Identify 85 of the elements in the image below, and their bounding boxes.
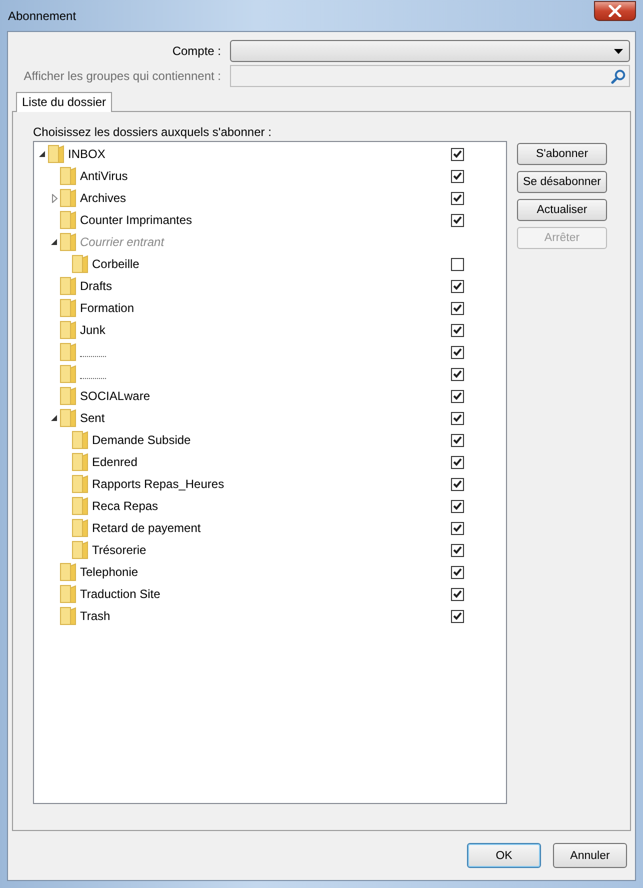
folder-name[interactable]: Courrier entrant	[80, 235, 164, 249]
folder-name[interactable]: Retard de payement	[92, 521, 201, 535]
checkbox[interactable]	[451, 368, 464, 380]
folder-icon	[60, 607, 76, 625]
action-button[interactable]: Se désabonner	[517, 171, 607, 193]
action-button[interactable]: S'abonner	[517, 143, 607, 165]
folder-name[interactable]: Edenred	[92, 455, 138, 469]
account-label: Compte :	[171, 44, 222, 58]
checkbox[interactable]	[451, 280, 464, 292]
folder-icon	[60, 299, 76, 317]
checkbox[interactable]	[451, 588, 464, 600]
checkbox[interactable]	[451, 390, 464, 402]
folder-icon	[60, 277, 76, 295]
folder-icon	[72, 453, 88, 471]
folder-name[interactable]: Sent	[80, 411, 105, 425]
search-field[interactable]	[230, 65, 630, 87]
folder-icon	[60, 211, 76, 229]
folder-name[interactable]: Junk	[80, 323, 106, 337]
folder-name[interactable]: Reca Repas	[92, 499, 158, 513]
folder-name[interactable]: Telephonie	[80, 565, 138, 579]
folder-icon	[72, 431, 88, 449]
checkbox[interactable]	[451, 302, 464, 314]
folder-icon	[60, 167, 76, 185]
checkbox[interactable]	[451, 412, 464, 424]
account-dropdown[interactable]	[230, 40, 630, 62]
expanded-arrow-icon[interactable]	[51, 414, 58, 422]
checkbox[interactable]	[451, 500, 464, 512]
checkbox[interactable]	[451, 522, 464, 534]
checkbox[interactable]	[451, 324, 464, 336]
checkbox[interactable]	[451, 192, 464, 204]
obscured-text	[80, 356, 106, 358]
caret-icon	[614, 48, 623, 54]
checkbox[interactable]	[451, 544, 464, 556]
close-button[interactable]	[594, 0, 636, 20]
tree-heading: Choisissez les dossiers auxquels s'abonner :	[33, 125, 272, 139]
filter-label: Afficher les groupes qui contiennent :	[22, 69, 222, 83]
checkbox[interactable]	[451, 258, 464, 270]
folder-name[interactable]: Trésorerie	[92, 543, 146, 557]
folder-icon	[60, 189, 76, 207]
checkbox[interactable]	[451, 170, 464, 182]
folder-name[interactable]: Drafts	[80, 279, 112, 293]
folder-name[interactable]: SOCIALware	[80, 389, 150, 403]
folder-name[interactable]: Counter Imprimantes	[80, 213, 192, 227]
folder-icon	[72, 519, 88, 537]
checkbox[interactable]	[451, 478, 464, 490]
close-icon	[608, 4, 622, 16]
checkbox[interactable]	[451, 346, 464, 358]
folder-icon	[60, 343, 76, 361]
collapsed-arrow-icon[interactable]	[52, 194, 58, 202]
tab[interactable]: Liste du dossier	[16, 92, 112, 112]
folder-name[interactable]: Corbeille	[92, 257, 140, 271]
folder-icon	[72, 497, 88, 515]
action-button[interactable]: Actualiser	[517, 199, 607, 221]
expanded-arrow-icon[interactable]	[39, 150, 46, 158]
folder-name[interactable]: Trash	[80, 609, 110, 623]
checkbox[interactable]	[451, 610, 464, 622]
window-title: Abonnement	[7, 8, 76, 22]
search-icon	[611, 68, 626, 84]
folder-icon	[60, 585, 76, 603]
folder-icon	[60, 409, 76, 427]
folder-name[interactable]: Traduction Site	[80, 587, 160, 601]
folder-icon	[60, 387, 76, 405]
checkbox[interactable]	[451, 566, 464, 578]
cancel-button[interactable]: Annuler	[553, 843, 627, 868]
folder-name[interactable]: Formation	[80, 301, 134, 315]
folder-icon	[72, 475, 88, 493]
expanded-arrow-icon[interactable]	[51, 238, 58, 246]
folder-icon	[60, 563, 76, 581]
obscured-text	[80, 378, 106, 380]
folder-icon	[48, 145, 64, 163]
folder-name[interactable]: Demande Subside	[92, 433, 191, 447]
folder-name[interactable]: Archives	[80, 191, 126, 205]
folder-icon	[60, 233, 76, 251]
folder-name[interactable]: INBOX	[68, 147, 106, 161]
folder-icon	[72, 255, 88, 273]
checkbox[interactable]	[451, 456, 464, 468]
folder-icon	[72, 541, 88, 559]
folder-icon	[60, 365, 76, 383]
folder-name[interactable]: Rapports Repas_Heures	[92, 477, 224, 491]
checkbox[interactable]	[451, 214, 464, 226]
folder-icon	[60, 321, 76, 339]
folder-name[interactable]: AntiVirus	[80, 169, 128, 183]
checkbox[interactable]	[451, 434, 464, 446]
ok-button[interactable]: OK	[467, 843, 541, 868]
checkbox[interactable]	[451, 148, 464, 160]
